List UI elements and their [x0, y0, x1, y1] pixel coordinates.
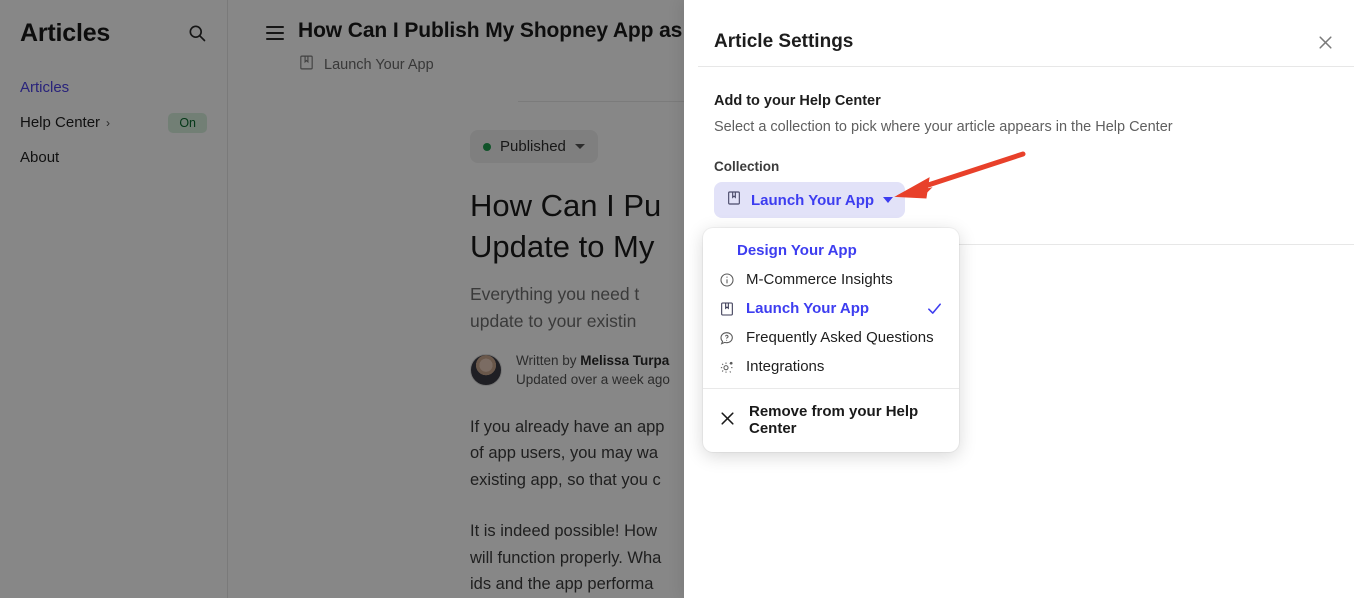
panel-title: Article Settings [714, 31, 854, 52]
dropdown-item-label: Integrations [746, 358, 825, 375]
close-icon [719, 410, 736, 431]
dropdown-item-label: Remove from your Help Center [749, 403, 919, 437]
gear-icon [719, 359, 735, 375]
dropdown-item-frequently-asked-questions[interactable]: Frequently Asked Questions [703, 323, 959, 352]
dropdown-item-label: Frequently Asked Questions [746, 329, 934, 346]
section-description: Select a collection to pick where your a… [714, 119, 1173, 135]
bookmark-square-icon [726, 190, 742, 210]
dropdown-item-label: Launch Your App [746, 300, 870, 317]
dropdown-item-m-commerce-insights[interactable]: M-Commerce Insights [703, 265, 959, 294]
bookmark-square-icon [719, 301, 735, 317]
screen: Articles Articles Help Center › On About… [0, 0, 1368, 598]
collection-field-label: Collection [714, 159, 780, 174]
panel-header: Article Settings [684, 0, 1368, 66]
collection-select-button[interactable]: Launch Your App [714, 182, 906, 218]
dropdown-item-integrations[interactable]: Integrations [703, 352, 959, 381]
question-bubble-icon [719, 330, 735, 346]
check-icon [926, 300, 943, 317]
collection-selected-label: Launch Your App [751, 191, 875, 209]
close-icon[interactable] [1312, 29, 1338, 55]
dropdown-item-remove-from-help-center[interactable]: Remove from your Help Center [703, 396, 959, 444]
dropdown-item-launch-your-app[interactable]: Launch Your App [703, 294, 959, 323]
info-circle-icon [719, 272, 735, 288]
dropdown-divider [703, 388, 959, 389]
dropdown-item-label: M-Commerce Insights [746, 271, 893, 288]
section-title: Add to your Help Center [714, 93, 881, 109]
rules-divider [929, 244, 1354, 245]
dropdown-group-title[interactable]: Design Your App [703, 236, 959, 265]
panel-body: Add to your Help Center Select a collect… [684, 67, 1368, 218]
chevron-down-icon [883, 197, 894, 203]
collection-dropdown-menu: Design Your App M-Commerce Insights Laun… [703, 228, 959, 452]
